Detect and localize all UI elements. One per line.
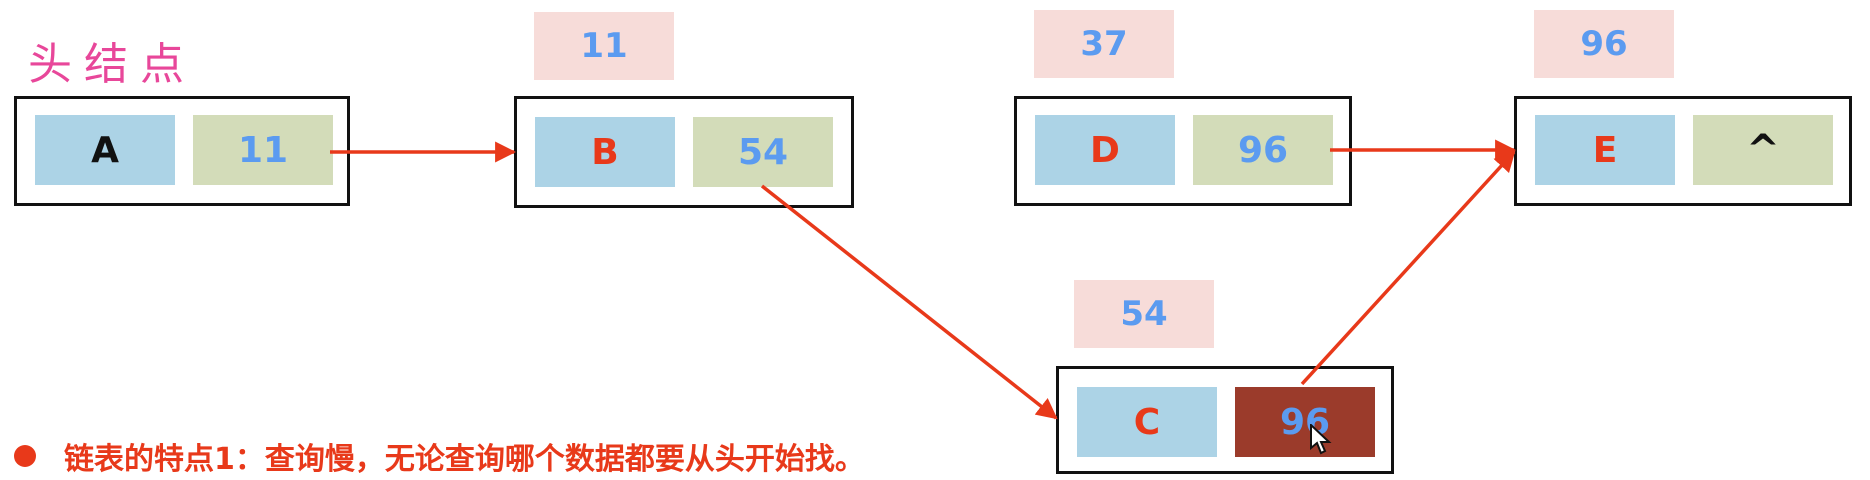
bullet-icon	[14, 445, 36, 467]
caption: 链表的特点1：查询慢，无论查询哪个数据都要从头开始找。	[14, 434, 865, 478]
mouse-cursor-icon	[1310, 424, 1332, 455]
arrow-b-to-c	[760, 184, 1058, 420]
caption-text: 链表的特点1：查询慢，无论查询哪个数据都要从头开始找。	[64, 442, 865, 477]
link-arrows	[330, 139, 1517, 420]
arrow-c-to-e	[1300, 150, 1516, 386]
